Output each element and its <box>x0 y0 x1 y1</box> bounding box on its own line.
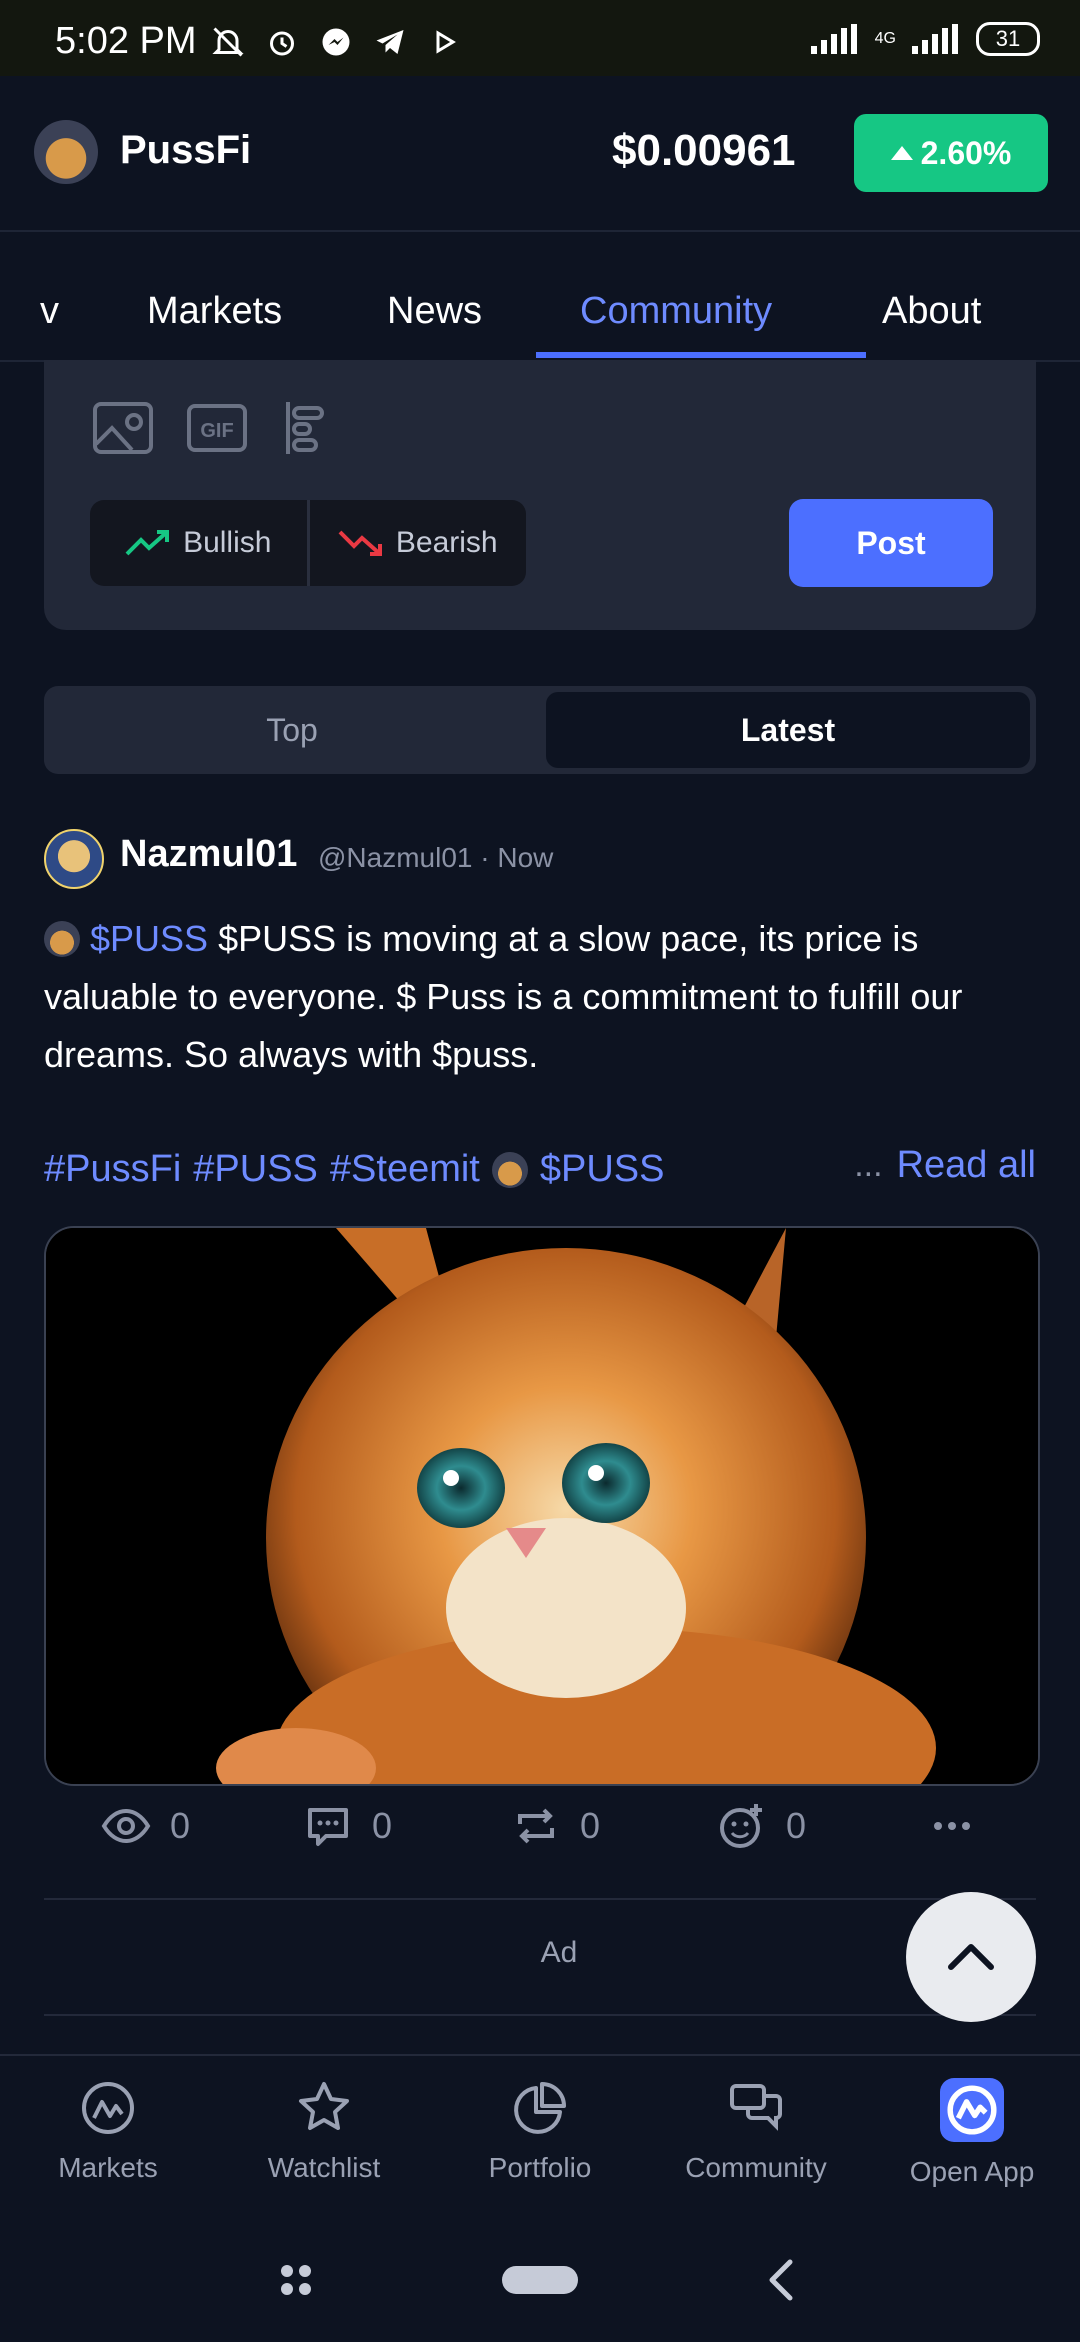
nav-markets[interactable]: Markets <box>8 2078 208 2184</box>
repost-icon <box>518 1808 554 1844</box>
svg-text:GIF: GIF <box>200 420 233 442</box>
active-tab-indicator <box>536 352 866 358</box>
post-stats: 0 0 0 0 <box>44 1800 1036 1870</box>
bullish-label: Bullish <box>183 526 272 559</box>
divider <box>44 2014 1036 2016</box>
up-arrow-icon <box>890 146 913 160</box>
bearish-button[interactable]: Bearish <box>306 500 527 586</box>
trend-up-icon <box>125 530 170 556</box>
signal-icon <box>810 24 857 54</box>
bearish-label: Bearish <box>395 526 498 559</box>
price-change-value: 2.60% <box>920 134 1012 171</box>
bullish-button[interactable]: Bullish <box>90 500 307 586</box>
telegram-icon <box>376 30 404 54</box>
battery-icon: 31 <box>976 22 1040 56</box>
coinmarketcap-icon <box>940 2078 1004 2142</box>
section-tabs: v Markets News Community About <box>0 230 1080 362</box>
tab-overview[interactable]: v <box>40 290 59 333</box>
chat-bubbles-icon <box>730 2084 782 2131</box>
hashtag-steemit[interactable]: #Steemit <box>330 1148 480 1191</box>
comments-stat[interactable]: 0 <box>302 1800 392 1852</box>
comments-count: 0 <box>372 1805 393 1846</box>
coin-price: $0.00961 <box>612 126 796 175</box>
nav-open-app-label: Open App <box>909 2156 1035 2187</box>
comment-icon <box>308 1808 348 1846</box>
post-button[interactable]: Post <box>789 499 993 587</box>
signal-icon-2 <box>912 24 958 54</box>
reposts-count: 0 <box>580 1805 601 1846</box>
markets-icon <box>82 2082 134 2134</box>
home-button[interactable] <box>502 2266 578 2294</box>
reposts-stat[interactable]: 0 <box>510 1800 600 1852</box>
puss-token-icon-2 <box>491 1151 528 1188</box>
poll-icon[interactable] <box>280 400 342 456</box>
coin-name: PussFi <box>120 128 252 172</box>
system-navigation-bar <box>0 2230 1080 2340</box>
reactions-stat[interactable]: 0 <box>716 1800 806 1852</box>
nav-markets-label: Markets <box>58 2152 158 2183</box>
reactions-count: 0 <box>786 1805 807 1846</box>
nav-portfolio-label: Portfolio <box>488 2152 592 2183</box>
status-system-icons: 4G 31 <box>809 22 1040 56</box>
nav-watchlist-label: Watchlist <box>267 2152 381 2183</box>
pussfi-logo <box>34 120 98 184</box>
network-label: 4G <box>874 30 896 47</box>
tab-community[interactable]: Community <box>580 290 772 333</box>
image-icon[interactable] <box>92 400 154 456</box>
sentiment-toggle: Bullish Bearish <box>90 500 526 586</box>
hashtag-puss[interactable]: #PUSS <box>193 1148 318 1191</box>
author-handle-time: @Nazmul01 · Now <box>318 842 554 873</box>
ellipsis: ... <box>854 1146 883 1184</box>
post-image[interactable] <box>44 1226 1040 1786</box>
more-options-button[interactable] <box>926 1800 978 1852</box>
nav-watchlist[interactable]: Watchlist <box>224 2078 424 2184</box>
eye-icon <box>101 1808 151 1844</box>
alarm-icon <box>270 31 294 56</box>
divider <box>44 1898 1036 1900</box>
trend-down-icon <box>338 530 382 556</box>
mute-bell-icon <box>212 27 244 57</box>
hashtag-pussfi[interactable]: #PussFi <box>44 1148 181 1191</box>
author-name[interactable]: Nazmul01 <box>120 833 297 876</box>
more-icon <box>934 1822 970 1830</box>
sort-top-button[interactable]: Top <box>44 686 540 774</box>
read-all-link[interactable]: ... Read all <box>854 1144 1036 1187</box>
gif-icon[interactable]: GIF <box>186 400 248 456</box>
recent-apps-icon[interactable] <box>278 2262 314 2298</box>
price-change-badge: 2.60% <box>854 114 1048 192</box>
pie-chart-icon <box>514 2082 566 2134</box>
tab-news[interactable]: News <box>387 290 482 333</box>
star-icon <box>299 2082 349 2130</box>
tab-about[interactable]: About <box>882 290 981 333</box>
nav-open-app[interactable]: Open App <box>872 2078 1072 2188</box>
read-all-label: Read all <box>896 1144 1036 1186</box>
play-icon <box>436 30 456 54</box>
chevron-up-icon <box>948 1944 994 1970</box>
back-icon[interactable] <box>764 2258 800 2302</box>
nav-community[interactable]: Community <box>656 2078 856 2184</box>
nav-community-label: Community <box>685 2152 827 2183</box>
add-reaction-icon <box>720 1804 762 1848</box>
scroll-to-top-button[interactable] <box>906 1892 1036 2022</box>
nav-portfolio[interactable]: Portfolio <box>440 2078 640 2184</box>
status-time: 5:02 PM <box>55 20 197 62</box>
views-stat: 0 <box>100 1800 190 1852</box>
author-avatar[interactable] <box>44 829 104 889</box>
puss-token-icon <box>44 921 80 957</box>
status-notification-icons <box>210 24 462 60</box>
sort-latest-button[interactable]: Latest <box>546 692 1030 768</box>
hashtag-cashtag[interactable]: $PUSS <box>540 1148 665 1191</box>
cat-illustration <box>46 1228 1038 1784</box>
views-count: 0 <box>170 1805 191 1846</box>
tab-markets[interactable]: Markets <box>147 290 282 333</box>
post-cashtag[interactable]: $PUSS <box>90 918 208 959</box>
messenger-icon <box>322 28 350 56</box>
post-body: $PUSS $PUSS is moving at a slow pace, it… <box>44 910 1044 1084</box>
post-hashtags: #PussFi #PUSS #Steemit $PUSS <box>44 1148 665 1191</box>
